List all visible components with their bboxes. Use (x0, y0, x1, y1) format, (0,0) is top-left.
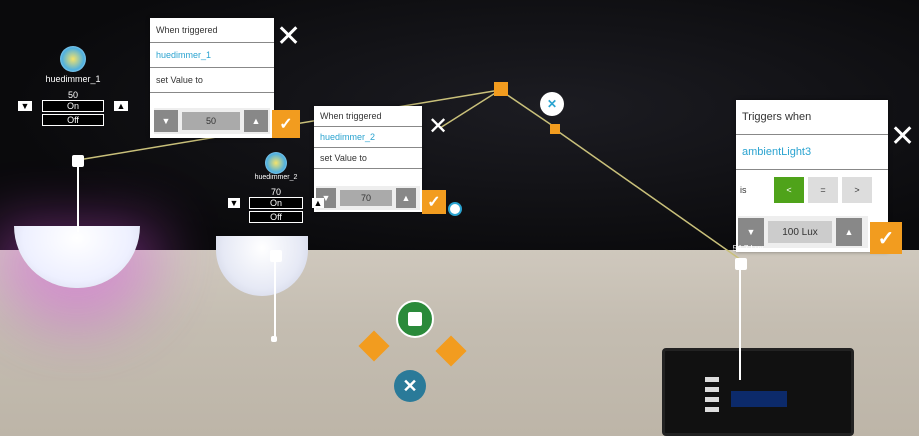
trigger-label: When triggered (314, 106, 422, 127)
save-icon (408, 312, 422, 326)
lamp-2-base-node[interactable] (271, 336, 277, 342)
increment-button[interactable]: ▲ (114, 101, 128, 111)
value-field[interactable]: 50 (182, 112, 240, 130)
decrement-button[interactable]: ▼ (738, 218, 764, 246)
lamp-1-node[interactable] (72, 155, 84, 167)
operator-less-button[interactable]: < (774, 177, 804, 203)
close-icon: ✕ (546, 97, 558, 111)
check-icon: ✓ (877, 227, 895, 250)
hub-node[interactable]: ✕ (540, 92, 564, 116)
close-icon: ✕ (402, 375, 418, 396)
device-name[interactable]: ambientLight3 (736, 135, 888, 170)
confirm-button[interactable]: ✓ (272, 110, 300, 138)
on-button[interactable]: On (249, 197, 303, 209)
check-icon: ✓ (279, 116, 293, 133)
bulb-icon (265, 152, 287, 174)
decrement-button[interactable]: ▼ (228, 198, 240, 208)
confirm-button[interactable]: ✓ (870, 222, 902, 254)
lamp-2-node[interactable] (270, 250, 282, 262)
sensor-reading: 54.7 Lux (732, 244, 764, 253)
lamp-2-widget: huedimmer_2 70 ▼ On ▲ Off (228, 152, 324, 225)
ar-scene: When triggered huedimmer_1 set Value to … (0, 0, 919, 436)
connection-node-2[interactable] (550, 124, 560, 134)
connection-node[interactable] (494, 82, 508, 96)
value-field[interactable]: 100 Lux (768, 221, 832, 243)
device-name[interactable]: huedimmer_2 (314, 127, 422, 148)
increment-button[interactable]: ▲ (396, 188, 416, 208)
bulb-icon (60, 46, 86, 72)
decrement-button[interactable]: ▼ (154, 110, 178, 132)
action-label: set Value to (150, 68, 274, 93)
rule-panel-1: When triggered huedimmer_1 set Value to … (150, 18, 274, 138)
value-stepper: ▼ 50 ▲ (154, 108, 270, 134)
close-button[interactable]: ✕ (428, 112, 448, 142)
check-icon: ✓ (427, 194, 441, 211)
decrement-button[interactable]: ▼ (18, 101, 32, 111)
lamp-value: 50 (67, 90, 78, 100)
on-button[interactable]: On (42, 100, 104, 112)
increment-button[interactable]: ▲ (836, 218, 862, 246)
delete-button[interactable]: ✕ (394, 370, 426, 402)
device-name[interactable]: huedimmer_1 (150, 43, 274, 68)
lamp-value: 70 (270, 187, 281, 197)
confirm-button[interactable]: ✓ (422, 190, 446, 214)
increment-button[interactable]: ▲ (244, 110, 268, 132)
lamp-name: huedimmer_2 (254, 174, 298, 181)
off-button[interactable]: Off (42, 114, 104, 126)
operator-equal-button[interactable]: = (808, 177, 838, 203)
operator-greater-button[interactable]: > (842, 177, 872, 203)
value-field[interactable]: 70 (340, 190, 392, 206)
value-stepper: ▼ 70 ▲ (316, 186, 420, 210)
is-label: is (740, 185, 747, 195)
increment-button[interactable]: ▲ (312, 198, 324, 208)
lamp-name: huedimmer_1 (45, 74, 101, 84)
trigger-label: Triggers when (736, 100, 888, 135)
close-button[interactable]: ✕ (276, 22, 301, 52)
sensor-node[interactable] (735, 258, 747, 270)
save-button[interactable] (396, 300, 434, 338)
off-button[interactable]: Off (249, 211, 303, 223)
close-button[interactable]: ✕ (890, 122, 915, 152)
action-label: set Value to (314, 148, 422, 169)
rule-panel-2: When triggered huedimmer_2 set Value to … (314, 106, 422, 212)
link-dot[interactable] (448, 202, 462, 216)
lamp-1-widget: huedimmer_1 50 ▼ On ▲ Off (18, 46, 128, 128)
trigger-label: When triggered (150, 18, 274, 43)
rule-panel-3: Triggers when ambientLight3 is < = > ▼ 1… (736, 100, 888, 252)
